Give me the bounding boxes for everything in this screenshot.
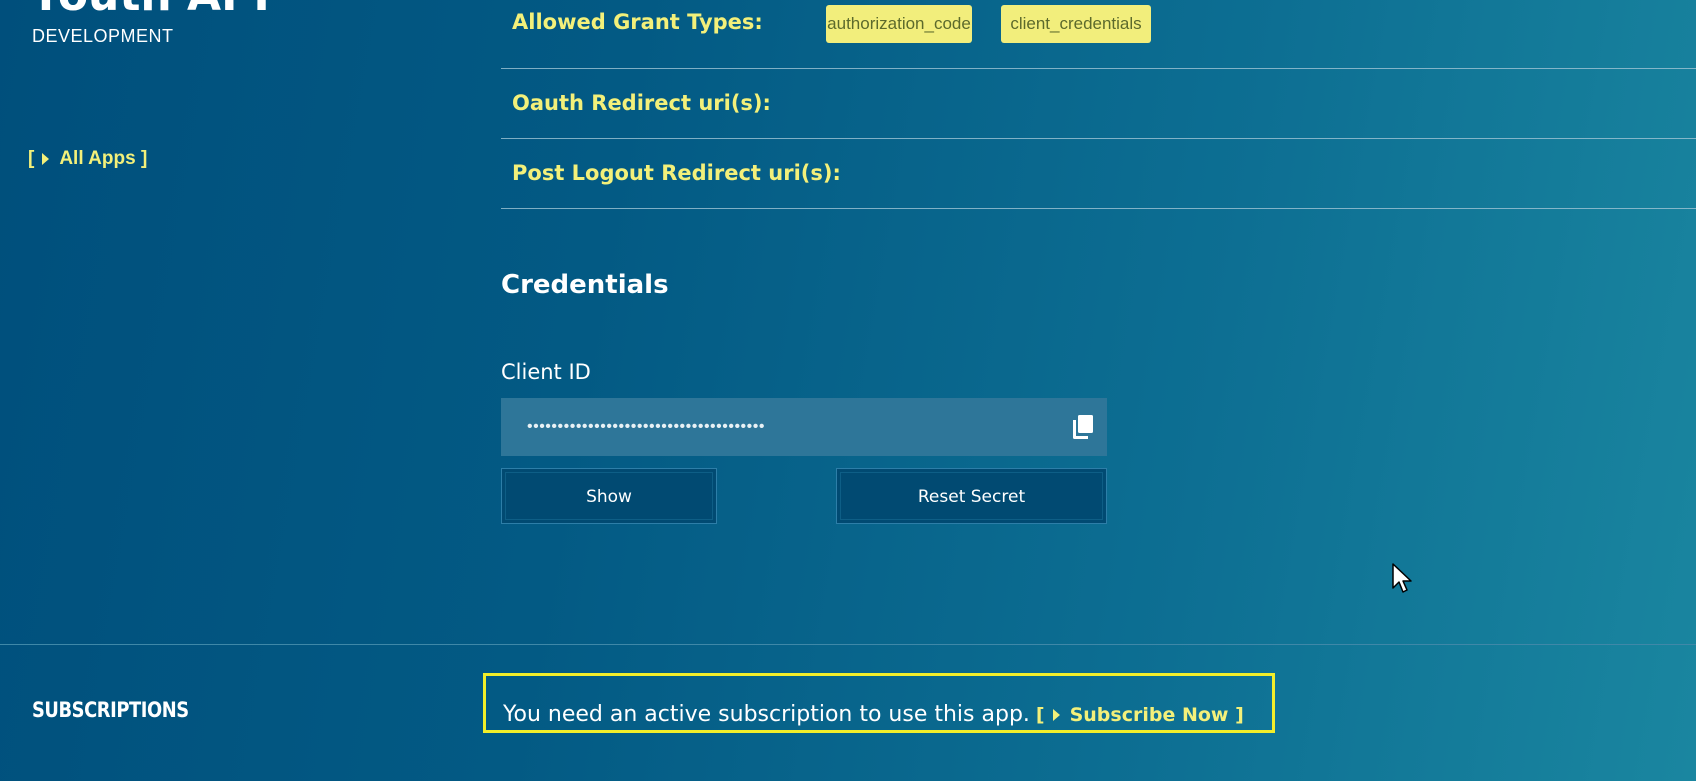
client-id-field[interactable]: ••••••••••••••••••••••••••••••••••••••• — [501, 398, 1107, 456]
bracket-open: [ — [1035, 703, 1045, 726]
divider — [501, 68, 1696, 69]
redirect-uris-label: Oauth Redirect uri(s): — [512, 91, 771, 115]
subscribe-now-label: Subscribe Now ] — [1069, 703, 1244, 726]
credentials-heading: Credentials — [501, 270, 669, 300]
bracket-open: [ — [28, 148, 35, 169]
caret-right-icon — [42, 153, 50, 165]
subscriptions-title: SUBSCRIPTIONS — [32, 698, 189, 722]
divider — [501, 208, 1696, 209]
all-apps-link[interactable]: [ All Apps ] — [28, 148, 147, 170]
section-divider — [0, 644, 1696, 645]
reset-secret-button[interactable]: Reset Secret — [836, 468, 1107, 524]
grant-type-chip: authorization_code — [826, 5, 972, 43]
all-apps-label: All Apps ] — [59, 148, 148, 169]
caret-right-icon — [1052, 708, 1060, 721]
app-title: Youth API — [30, 0, 270, 21]
grant-type-chip: client_credentials — [1001, 5, 1151, 43]
show-button[interactable]: Show — [501, 468, 717, 524]
divider — [501, 138, 1696, 139]
copy-icon[interactable] — [1071, 414, 1095, 440]
environment-label: DEVELOPMENT — [32, 26, 174, 46]
post-logout-uris-label: Post Logout Redirect uri(s): — [512, 161, 841, 185]
client-id-masked-value: ••••••••••••••••••••••••••••••••••••••• — [527, 418, 765, 435]
client-id-label: Client ID — [501, 360, 591, 384]
grant-types-label: Allowed Grant Types: — [512, 10, 763, 34]
subscription-message: You need an active subscription to use t… — [503, 702, 1030, 727]
subscription-notice: You need an active subscription to use t… — [483, 673, 1275, 733]
subscribe-now-link[interactable]: [ Subscribe Now ] — [1036, 704, 1244, 726]
mouse-cursor-icon — [1392, 563, 1412, 593]
